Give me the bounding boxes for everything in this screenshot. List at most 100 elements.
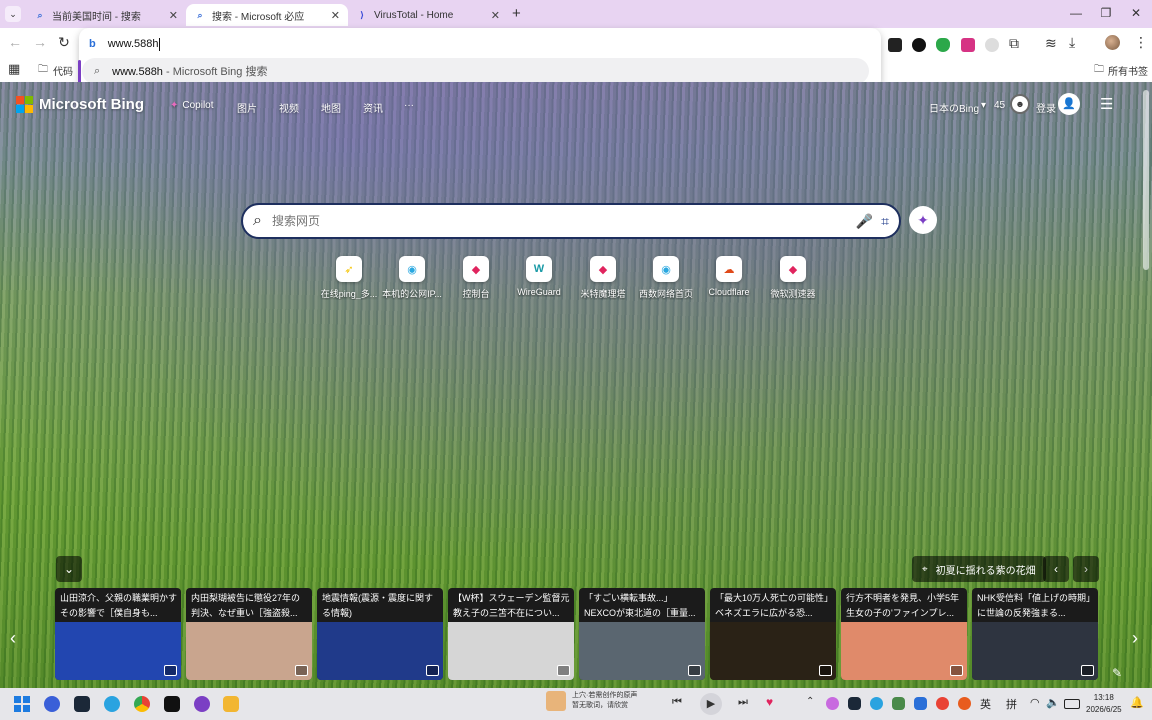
previous-track-icon[interactable]: ⏮ (672, 696, 682, 709)
quick-link[interactable]: ➶ 在线ping_多... (318, 256, 380, 300)
close-tab-icon[interactable]: ✕ (491, 9, 500, 22)
chrome-icon[interactable] (134, 696, 150, 712)
news-card[interactable]: NHK受信料「値上げの時期」に世論の反発強まる... (972, 588, 1098, 680)
news-card[interactable]: 山田涼介、父親の職業明かすその影響で［僕自身も... (55, 588, 181, 680)
extension-icon[interactable] (888, 38, 902, 52)
quick-link[interactable]: ◉ 西数网络首页 (635, 256, 697, 300)
close-window-icon[interactable]: ✕ (1126, 6, 1146, 20)
forward-icon[interactable]: → (30, 34, 50, 50)
tab-bing-search[interactable]: ⌕ 搜索 - Microsoft 必应 ✕ (186, 4, 348, 26)
tab-search-dropdown-icon[interactable]: ⌄ (5, 6, 21, 22)
search-input[interactable] (269, 213, 848, 229)
ime-language[interactable]: 英 (980, 696, 991, 712)
extension-icon[interactable] (912, 38, 926, 52)
tray-overflow-icon[interactable]: ⌃ (806, 696, 814, 707)
tray-icon[interactable] (848, 697, 861, 710)
avatar[interactable] (1105, 35, 1120, 50)
media-widget[interactable]: 上穴·若需创作的原声 暂无歌词，请欣赏 (546, 691, 637, 711)
new-tab-button[interactable]: + (512, 5, 521, 22)
tray-icon[interactable] (892, 697, 905, 710)
reload-icon[interactable]: ↻ (54, 34, 74, 51)
bing-logo[interactable]: Microsoft Bing (16, 96, 144, 113)
microphone-icon[interactable]: 🎤 (856, 213, 873, 230)
news-card[interactable]: 【W杯】スウェーデン監督元教え子の三笘不在につい... (448, 588, 574, 680)
search-box[interactable]: ⌕ 🎤 ⌗ (241, 203, 901, 239)
nav-maps[interactable]: 地图 (321, 100, 341, 115)
omnibox-suggestion[interactable]: ⌕ www.588h - Microsoft Bing 搜索 (82, 58, 869, 84)
tray-icon[interactable] (826, 697, 839, 710)
close-tab-icon[interactable]: ✕ (169, 9, 178, 22)
tiktok-icon[interactable] (164, 696, 180, 712)
next-track-icon[interactable]: ⏭ (738, 696, 748, 709)
news-card[interactable]: 「最大10万人死亡の可能性」ベネズエラに広がる恐... (710, 588, 836, 680)
rewards-icon[interactable]: ☻ (1010, 94, 1030, 114)
notification-bell-icon[interactable]: 🔔 (1130, 696, 1144, 709)
download-icon[interactable]: ⤓ (1069, 34, 1075, 51)
ime-mode[interactable]: 拼 (1006, 696, 1017, 712)
quick-link[interactable]: ◉ 本机的公网IP... (381, 256, 443, 300)
restore-icon[interactable]: ❐ (1096, 6, 1116, 20)
apps-grid-icon[interactable]: ▦ (8, 61, 20, 77)
next-image-button[interactable]: › (1073, 556, 1099, 582)
news-card[interactable]: 「すごい横転事故...」NEXCOが東北道の［重量... (579, 588, 705, 680)
wifi-icon[interactable]: ◠ (1030, 696, 1040, 709)
user-avatar-icon[interactable]: 👤 (1058, 93, 1080, 115)
back-icon[interactable]: ← (5, 34, 25, 50)
battery-icon[interactable] (1064, 699, 1080, 709)
more-menu-icon[interactable]: ⋮ (1134, 34, 1148, 51)
news-card[interactable]: 内田梨瑚被告に懲役27年の判決、なぜ重い［強盗殺... (186, 588, 312, 680)
minimize-icon[interactable]: — (1066, 6, 1086, 20)
extension-icon[interactable] (961, 38, 975, 52)
quick-link[interactable]: ◆ 控制台 (445, 256, 507, 300)
region-selector[interactable]: 日本のBing ▾ (929, 100, 986, 115)
nav-copilot[interactable]: ✦ Copilot (170, 100, 214, 111)
prev-image-button[interactable]: ‹ (1043, 556, 1069, 582)
extensions-puzzle-icon[interactable]: ⧉ (1009, 35, 1019, 52)
tray-icon[interactable] (958, 697, 971, 710)
close-tab-icon[interactable]: ✕ (331, 9, 340, 22)
visual-search-icon[interactable]: ⌗ (881, 213, 889, 230)
globe-icon[interactable] (985, 38, 999, 52)
steam-icon[interactable] (74, 696, 90, 712)
tray-icon[interactable] (914, 697, 927, 710)
heart-icon[interactable]: ♥ (766, 695, 773, 709)
volume-icon[interactable]: 🔈 (1046, 696, 1060, 709)
all-bookmarks[interactable]: 🗀 所有书签 (1094, 62, 1148, 79)
signin-link[interactable]: 登录 (1036, 100, 1056, 115)
tab-virustotal[interactable]: ⟩ VirusTotal - Home ✕ (348, 4, 508, 26)
quick-link[interactable]: W WireGuard (508, 256, 570, 297)
media-control-icon[interactable]: ≋ (1045, 35, 1057, 52)
address-input[interactable]: www.588h (108, 38, 159, 50)
file-explorer-icon[interactable] (223, 696, 239, 712)
news-next-icon[interactable]: › (1132, 628, 1138, 649)
browser-active-icon[interactable] (194, 696, 210, 712)
shield-icon[interactable] (936, 38, 950, 52)
page-scrollbar[interactable] (1143, 90, 1149, 270)
feedback-icon[interactable]: ✎ (1112, 666, 1122, 680)
news-card[interactable]: 地震情報(震源・震度に関する情報) (317, 588, 443, 680)
nav-news[interactable]: 资讯 (363, 100, 383, 115)
collapse-feed-button[interactable]: ⌄ (56, 556, 82, 582)
quick-link[interactable]: ◆ 微软测速器 (762, 256, 824, 300)
news-prev-icon[interactable]: ‹ (10, 628, 16, 649)
copilot-button-icon[interactable]: ✦ (909, 206, 937, 234)
quick-link[interactable]: ☁ Cloudflare (698, 256, 760, 297)
news-card[interactable]: 行方不明者を発見、小学5年生女の子の'ファインプレ... (841, 588, 967, 680)
nav-more[interactable]: ··· (404, 100, 414, 111)
hamburger-menu-icon[interactable]: ☰ (1100, 95, 1113, 113)
rewards-points[interactable]: 45 (994, 100, 1005, 111)
image-info[interactable]: ⌖ 初夏に揺れる紫の花畑 (912, 556, 1046, 582)
app-icon[interactable] (44, 696, 60, 712)
tray-icon[interactable] (870, 697, 883, 710)
nav-videos[interactable]: 视频 (279, 100, 299, 115)
telegram-icon[interactable] (104, 696, 120, 712)
quick-link[interactable]: ◆ 米特魔理塔 (572, 256, 634, 300)
tab-bing-time[interactable]: ⌕ 当前美国时间 - 搜索 ✕ (26, 4, 186, 26)
play-icon[interactable]: ▶ (700, 693, 722, 715)
address-bar[interactable]: b www.588h (89, 34, 160, 54)
tray-icon[interactable] (936, 697, 949, 710)
start-windows-icon[interactable] (14, 696, 30, 712)
clock[interactable]: 13:18 2026/6/25 (1086, 692, 1122, 716)
bookmark-folder[interactable]: 🗀 代码 (38, 62, 73, 79)
nav-images[interactable]: 图片 (237, 100, 257, 115)
